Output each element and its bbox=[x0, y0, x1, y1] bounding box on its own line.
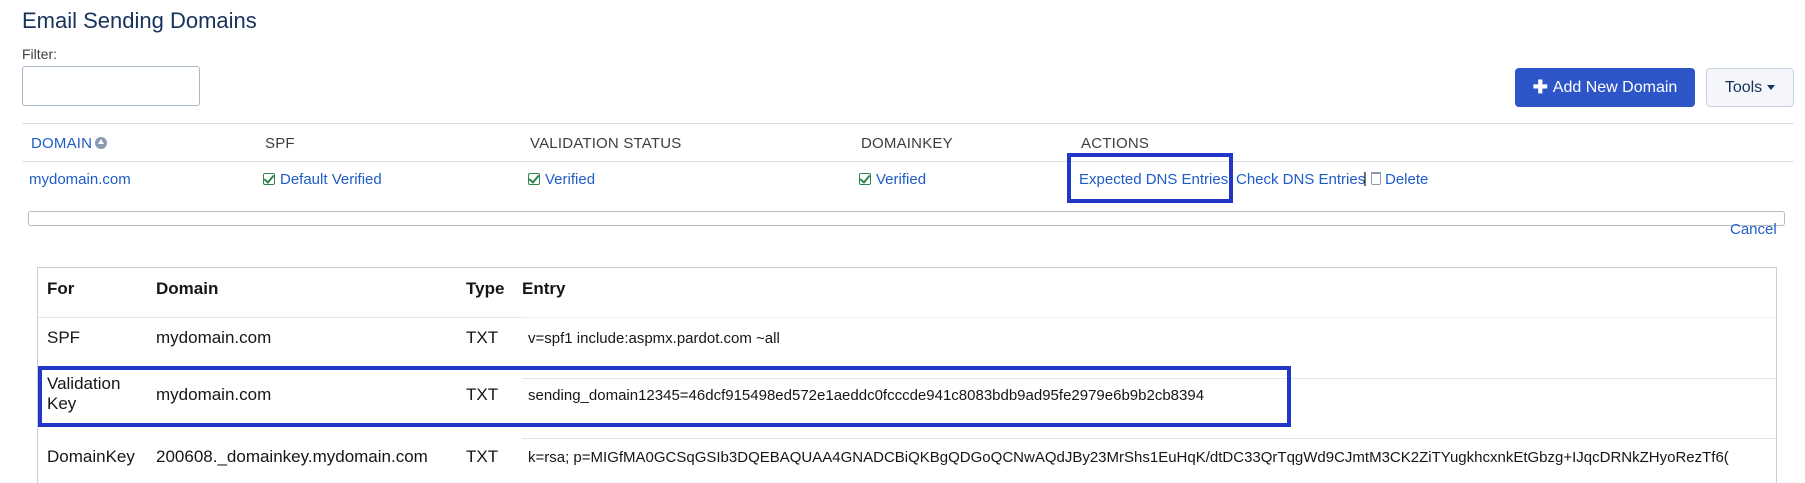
dns-row-validation-for-line1: Validation bbox=[47, 374, 121, 393]
check-dns-entries-link[interactable]: Check DNS Entries bbox=[1236, 171, 1365, 188]
dns-row-spf-entry: v=spf1 include:aspmx.pardot.com ~all bbox=[528, 330, 780, 347]
dns-header-for: For bbox=[47, 279, 75, 298]
trash-icon bbox=[1371, 172, 1381, 185]
dns-row-spf-for: SPF bbox=[47, 328, 81, 347]
plus-icon: ✚ bbox=[1532, 77, 1548, 97]
tools-dropdown-button[interactable]: Tools bbox=[1706, 68, 1794, 107]
domainkey-status-label: Verified bbox=[876, 171, 927, 188]
dns-row-validation-domain: mydomain.com bbox=[156, 385, 272, 404]
page-title: Email Sending Domains bbox=[22, 8, 257, 33]
spf-status-label: Default Verified bbox=[280, 171, 382, 188]
add-new-domain-label: Add New Domain bbox=[1552, 78, 1678, 96]
horizontal-scrollbar[interactable] bbox=[28, 211, 1785, 226]
column-header-domainkey: DOMAINKEY bbox=[861, 135, 953, 152]
filter-input[interactable] bbox=[22, 66, 200, 106]
delete-link[interactable]: Delete bbox=[1371, 171, 1428, 188]
dns-row-domainkey-for: DomainKey bbox=[47, 447, 135, 466]
check-square-icon bbox=[859, 173, 871, 185]
action-separator: | bbox=[1363, 170, 1367, 187]
dns-row-spf-domain: mydomain.com bbox=[156, 328, 272, 347]
dns-row-spf-type: TXT bbox=[466, 328, 499, 347]
dns-row-validation-entry: sending_domain12345=46dcf915498ed572e1ae… bbox=[528, 387, 1205, 404]
header-row-divider bbox=[22, 161, 1794, 162]
tools-label: Tools bbox=[1724, 78, 1763, 96]
column-header-spf: SPF bbox=[265, 135, 295, 152]
dns-header-entry: Entry bbox=[522, 279, 566, 298]
column-header-domain-label: DOMAIN bbox=[31, 135, 93, 152]
dns-header-type: Type bbox=[466, 279, 505, 298]
dns-row-domainkey-domain: 200608._domainkey.mydomain.com bbox=[156, 447, 428, 466]
column-header-validation-status: VALIDATION STATUS bbox=[530, 135, 682, 152]
domain-link[interactable]: mydomain.com bbox=[29, 171, 131, 188]
dns-row-domainkey-entry: k=rsa; p=MIGfMA0GCSqGSIb3DQEBAQUAA4GNADC… bbox=[528, 449, 1729, 466]
add-new-domain-button[interactable]: ✚ Add New Domain bbox=[1515, 68, 1695, 107]
dns-row-validation-type: TXT bbox=[466, 385, 499, 404]
entry-column-line bbox=[522, 317, 1776, 318]
cancel-link[interactable]: Cancel bbox=[1730, 221, 1777, 238]
table-top-divider bbox=[22, 123, 1794, 124]
domainkey-status: Verified bbox=[859, 171, 926, 188]
dns-row-validation-for-line2: Key bbox=[47, 394, 77, 413]
dns-row-divider-2 bbox=[522, 438, 1776, 439]
filter-label: Filter: bbox=[22, 46, 57, 62]
validation-status-label: Verified bbox=[545, 171, 596, 188]
check-square-icon bbox=[263, 173, 275, 185]
sort-ascending-icon[interactable] bbox=[95, 137, 108, 149]
delete-label: Delete bbox=[1385, 171, 1429, 188]
validation-status: Verified bbox=[528, 171, 595, 188]
expected-dns-entries-link[interactable]: Expected DNS Entries bbox=[1079, 171, 1228, 188]
dns-entries-panel: For Domain Type Entry SPF mydomain.com T… bbox=[37, 267, 1777, 483]
dns-header-domain: Domain bbox=[156, 279, 219, 298]
column-header-actions: ACTIONS bbox=[1081, 135, 1150, 152]
check-square-icon bbox=[528, 173, 540, 185]
caret-down-icon bbox=[1767, 85, 1776, 90]
dns-row-domainkey-type: TXT bbox=[466, 447, 499, 466]
spf-status: Default Verified bbox=[263, 171, 382, 188]
column-header-domain[interactable]: DOMAIN bbox=[31, 135, 108, 152]
